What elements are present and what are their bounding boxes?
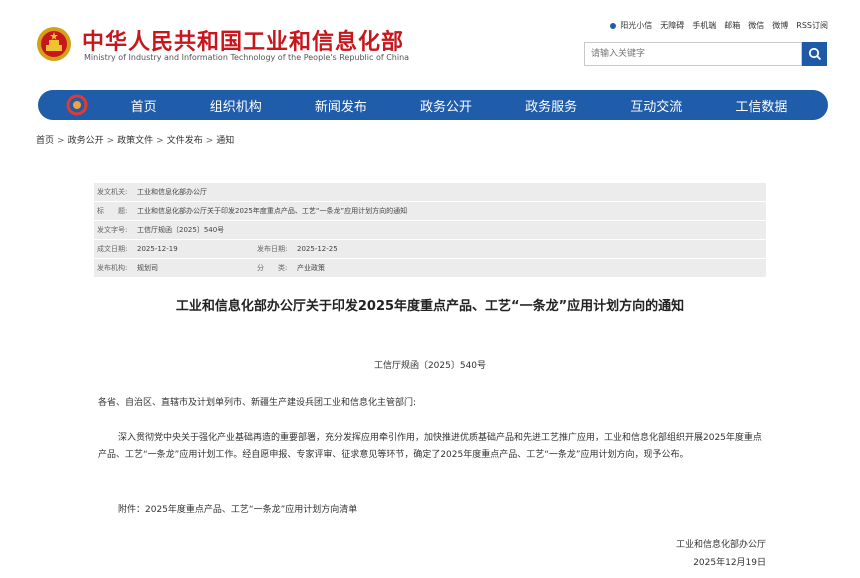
- meta-row-issuer: 发文机关: 工业和信息化部办公厅: [94, 183, 766, 202]
- meta-row-org: 发布机构: 规划司 分 类: 产业政策: [94, 259, 766, 278]
- sunshine-icon: [610, 22, 617, 29]
- top-link-rss[interactable]: RSS订阅: [796, 20, 828, 31]
- breadcrumb-file-release[interactable]: 文件发布: [167, 136, 203, 146]
- meta-org-value: 规划司: [137, 264, 158, 272]
- meta-published-label: 发布日期:: [257, 245, 288, 253]
- meta-category-value: 产业政策: [297, 264, 325, 272]
- breadcrumb-home[interactable]: 首页: [36, 136, 54, 146]
- meta-org-cell: 发布机构: 规划司: [94, 259, 254, 277]
- top-link-mobile[interactable]: 手机端: [692, 20, 716, 31]
- main-nav: 首页 组织机构 新闻发布 政务公开 政务服务 互动交流 工信数据: [38, 90, 828, 120]
- meta-doc-number-label: 发文字号:: [97, 226, 128, 234]
- document-title: 工业和信息化部办公厅关于印发2025年度重点产品、工艺“一条龙”应用计划方向的通…: [175, 299, 685, 314]
- meta-category-label: 分 类:: [257, 264, 288, 272]
- breadcrumb-separator: >: [205, 136, 214, 146]
- document-number: 工信厅规函〔2025〕540号: [373, 361, 487, 371]
- nav-item-organization[interactable]: 组织机构: [210, 96, 262, 115]
- search-icon: [808, 47, 821, 61]
- meta-row-title: 标 题: 工业和信息化部办公厅关于印发2025年度重点产品、工艺“一条龙”应用计…: [94, 202, 766, 221]
- site-header: 中华人民共和国工业和信息化部 Ministry of Industry and …: [0, 0, 860, 88]
- breadcrumb-separator: >: [106, 136, 115, 146]
- nav-item-news[interactable]: 新闻发布: [315, 96, 367, 115]
- meta-created-label: 成文日期:: [97, 245, 128, 253]
- meta-row-dates: 成文日期: 2025-12-19 发布日期: 2025-12-25: [94, 240, 766, 259]
- top-link-sunshine[interactable]: 阳光小信: [608, 20, 652, 31]
- meta-org-label: 发布机构:: [97, 264, 128, 272]
- meta-published-value: 2025-12-25: [297, 245, 338, 253]
- document-metadata-table: 发文机关: 工业和信息化部办公厅 标 题: 工业和信息化部办公厅关于印发2025…: [94, 183, 766, 278]
- breadcrumb-separator: >: [156, 136, 164, 146]
- breadcrumb-separator: >: [57, 136, 65, 146]
- meta-published-cell: 发布日期: 2025-12-25: [254, 240, 414, 258]
- ministry-logo-icon[interactable]: [66, 94, 88, 116]
- meta-created-cell: 成文日期: 2025-12-19: [94, 240, 254, 258]
- meta-title-label: 标 题:: [97, 207, 128, 215]
- breadcrumb-policy-files[interactable]: 政策文件: [117, 136, 153, 146]
- nav-item-interaction[interactable]: 互动交流: [630, 96, 682, 115]
- nav-item-home[interactable]: 首页: [131, 96, 157, 115]
- nav-item-data[interactable]: 工信数据: [735, 96, 787, 115]
- nav-items: 首页 组织机构 新闻发布 政务公开 政务服务 互动交流 工信数据: [104, 96, 814, 115]
- nav-item-services[interactable]: 政务服务: [525, 96, 577, 115]
- signature-date: 2025年12月19日: [693, 558, 766, 568]
- breadcrumb: 首页 > 政务公开 > 政策文件 > 文件发布 > 通知: [36, 133, 234, 146]
- top-link-mail[interactable]: 邮箱: [724, 20, 740, 31]
- top-link-wechat[interactable]: 微信: [748, 20, 764, 31]
- top-links: 阳光小信 无障碍 手机端 邮箱 微信 微博 RSS订阅: [608, 20, 828, 31]
- search-button[interactable]: [802, 42, 827, 66]
- meta-created-value: 2025-12-19: [137, 245, 178, 253]
- top-link-accessibility[interactable]: 无障碍: [660, 20, 684, 31]
- meta-issuer-label: 发文机关:: [97, 188, 128, 196]
- meta-issuer-value: 工业和信息化部办公厅: [137, 188, 207, 196]
- meta-title-value: 工业和信息化部办公厅关于印发2025年度重点产品、工艺“一条龙”应用计划方向的通…: [137, 207, 408, 215]
- national-emblem-icon[interactable]: [36, 26, 72, 62]
- site-subtitle: Ministry of Industry and Information Tec…: [84, 53, 410, 62]
- document-body: 深入贯彻党中央关于强化产业基础再造的重要部署，充分发挥应用牵引作用，加快推进优质…: [98, 433, 762, 460]
- site-title[interactable]: 中华人民共和国工业和信息化部: [82, 24, 404, 56]
- breadcrumb-government-affairs[interactable]: 政务公开: [68, 136, 104, 146]
- meta-category-cell: 分 类: 产业政策: [254, 259, 414, 277]
- document-attachment-link[interactable]: 附件：2025年度重点产品、工艺“一条龙”应用计划方向清单: [118, 502, 357, 515]
- top-link-weibo[interactable]: 微博: [772, 20, 788, 31]
- signature-organization: 工业和信息化部办公厅: [675, 540, 766, 550]
- meta-doc-number-value: 工信厅规函〔2025〕540号: [137, 226, 225, 234]
- search-input[interactable]: [584, 42, 802, 66]
- document-salutation: 各省、自治区、直辖市及计划单列市、新疆生产建设兵团工业和信息化主管部门:: [98, 398, 417, 408]
- breadcrumb-notice[interactable]: 通知: [216, 136, 234, 146]
- meta-row-doc-number: 发文字号: 工信厅规函〔2025〕540号: [94, 221, 766, 240]
- nav-item-government-affairs[interactable]: 政务公开: [420, 96, 472, 115]
